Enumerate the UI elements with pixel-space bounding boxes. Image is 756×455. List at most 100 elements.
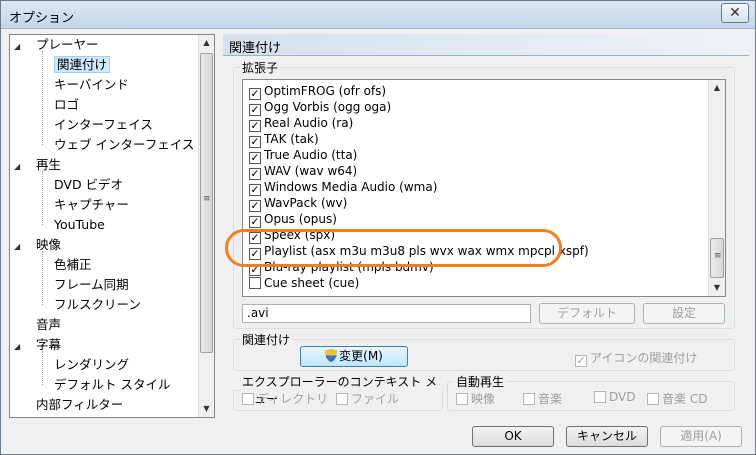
extensions-group-label: 拡張子 [242,61,279,75]
scroll-down-icon[interactable]: ▼ [709,280,725,296]
extension-input[interactable]: .avi [242,304,531,323]
tree-item[interactable]: レンダリング [54,355,129,375]
extension-row[interactable]: ✓ Opus (opus) [249,211,337,228]
extension-label: TAK (tak) [264,132,319,146]
extension-scroll-thumb[interactable] [710,238,724,278]
extension-row[interactable]: ✓ TAK (tak) [249,131,319,148]
close-button[interactable]: ✕ [721,3,749,23]
directory-checkbox[interactable]: ディレクトリ [242,390,328,407]
extension-row[interactable]: ✓ Speex (spx) [249,227,335,244]
tree-guide-line [42,351,43,385]
tree-item[interactable]: インターフェイス [54,115,153,135]
icon-association-label: アイコンの関連付け [590,351,698,365]
extension-label: WAV (wav w64) [264,164,358,178]
tree-item[interactable]: デフォルト スタイル [54,375,170,395]
tree-item-label: レンダリング [54,357,130,372]
title-bar[interactable]: オプション ✕ [1,1,755,29]
expand-arrow-icon[interactable]: ◢ [14,157,24,177]
dvd-checkbox[interactable]: DVD [594,390,635,404]
cancel-button[interactable]: キャンセル [566,426,648,447]
association-group-label: 関連付け [242,333,291,347]
file-check [336,393,348,405]
tree-item[interactable]: ウェブ インターフェイス [54,135,194,155]
extension-list-scrollbar[interactable]: ▲ ▼ [708,80,725,296]
tree-item[interactable]: ロゴ [54,95,79,115]
audio-cd-checkbox[interactable]: 音楽 CD [647,390,707,407]
file-checkbox[interactable]: ファイル [336,390,399,407]
tree-item[interactable]: 音声 [14,315,61,335]
tree-item-label: 内部フィルター [36,397,124,412]
settings-button[interactable]: 設定 [643,303,725,324]
tree-item-label: フレーム同期 [54,277,129,292]
tree-scrollbar[interactable]: ▲ ▼ [198,35,214,417]
uac-shield-icon [325,349,338,362]
tree-item[interactable]: キャプチャー [54,195,129,215]
ok-button[interactable]: OK [472,426,554,447]
scroll-down-icon[interactable]: ▼ [199,401,214,417]
extension-row[interactable]: ✓ Real Audio (ra) [249,115,353,132]
window-title: オプション [9,11,75,26]
options-window: オプション ✕ ▲ ▼ ◢プレーヤー関連付けキーバインドロゴインターフェイスウェ… [0,0,756,455]
audio-cd-check [647,393,659,405]
tree-item-label: インターフェイス [54,117,153,132]
default-button[interactable]: デフォルト [539,303,635,324]
tree-item-label: キーバインド [54,77,129,92]
video-checkbox[interactable]: 映像 [456,390,495,407]
tree-item-label: ウェブ インターフェイス [54,137,195,152]
extension-row[interactable]: ✓ Playlist (asx m3u m3u8 pls wvx wax wmx … [249,243,589,260]
tree-guide-line [42,51,43,145]
tree-item[interactable]: DVD ビデオ [54,175,123,195]
extension-row[interactable]: ✓ OptimFROG (ofr ofs) [249,83,386,100]
extension-row[interactable]: ✓ True Audio (tta) [249,147,358,164]
extension-row[interactable]: ✓ Ogg Vorbis (ogg oga) [249,99,392,116]
tree-item[interactable]: ◢ プレーヤー [14,35,99,55]
expand-arrow-icon[interactable]: ◢ [14,237,24,257]
tree-item[interactable]: ◢ 再生 [14,155,61,175]
extension-list[interactable]: ▲ ▼ ✓OptimFROG (ofr ofs)✓Ogg Vorbis (ogg… [242,79,726,297]
tree-item-label: 関連付け [54,56,111,73]
tree-item-label: 色補正 [54,257,92,272]
extension-row[interactable]: ✓ WAV (wav w64) [249,163,358,180]
directory-check [242,393,254,405]
options-tree[interactable]: ▲ ▼ ◢ プレーヤー関連付けキーバインドロゴインターフェイスウェブ インターフェ… [9,34,215,418]
expand-arrow-icon[interactable]: ◢ [14,37,24,57]
extension-checkbox[interactable] [249,277,261,289]
tree-item[interactable]: 関連付け [54,55,111,75]
music-checkbox[interactable]: 音楽 [523,390,562,407]
icon-association-checkbox[interactable]: ✓ アイコンの関連付け [575,349,697,367]
tree-scroll-thumb[interactable] [200,53,213,353]
tree-item-label: キャプチャー [54,197,129,212]
tree-item[interactable]: フルスクリーン [54,295,141,315]
tree-item[interactable]: ◢ 字幕 [14,335,61,355]
dvd-check [594,391,606,403]
tree-guide-line [42,171,43,225]
tree-item[interactable]: 内部フィルター [14,395,123,415]
tree-item-label: 再生 [36,157,62,172]
tree-item[interactable]: キーバインド [54,75,129,95]
extension-label: Ogg Vorbis (ogg oga) [264,100,392,114]
music-label: 音楽 [538,392,563,406]
tree-item[interactable]: YouTube [54,215,105,235]
extension-label: Blu-ray playlist (mpls bdmv) [264,260,434,274]
expand-arrow-icon[interactable]: ◢ [14,337,24,357]
tree-item[interactable]: ◢ 映像 [14,235,61,255]
apply-button[interactable]: 適用(A) [660,426,742,447]
video-check [456,393,468,405]
extension-row[interactable]: ✓ Windows Media Audio (wma) [249,179,438,196]
extension-row[interactable]: ✓ WavPack (wv) [249,195,347,212]
change-button[interactable]: 変更(M) [300,346,408,367]
extension-label: Opus (opus) [264,212,337,226]
extension-row[interactable]: Cue sheet (cue) [249,275,359,291]
extension-label: Windows Media Audio (wma) [264,180,438,194]
scroll-up-icon[interactable]: ▲ [199,35,214,51]
scroll-up-icon[interactable]: ▲ [709,80,725,96]
extension-label: True Audio (tta) [264,148,358,162]
tree-item[interactable]: 色補正 [54,255,92,275]
icon-association-check: ✓ [575,354,587,367]
extension-row[interactable]: ✓ Blu-ray playlist (mpls bdmv) [249,259,434,276]
tree-item-label: DVD ビデオ [54,177,124,192]
dvd-label: DVD [609,390,636,404]
tree-item-label: フルスクリーン [54,297,141,312]
tree-item-label: 音声 [36,317,62,332]
tree-item[interactable]: フレーム同期 [54,275,129,295]
